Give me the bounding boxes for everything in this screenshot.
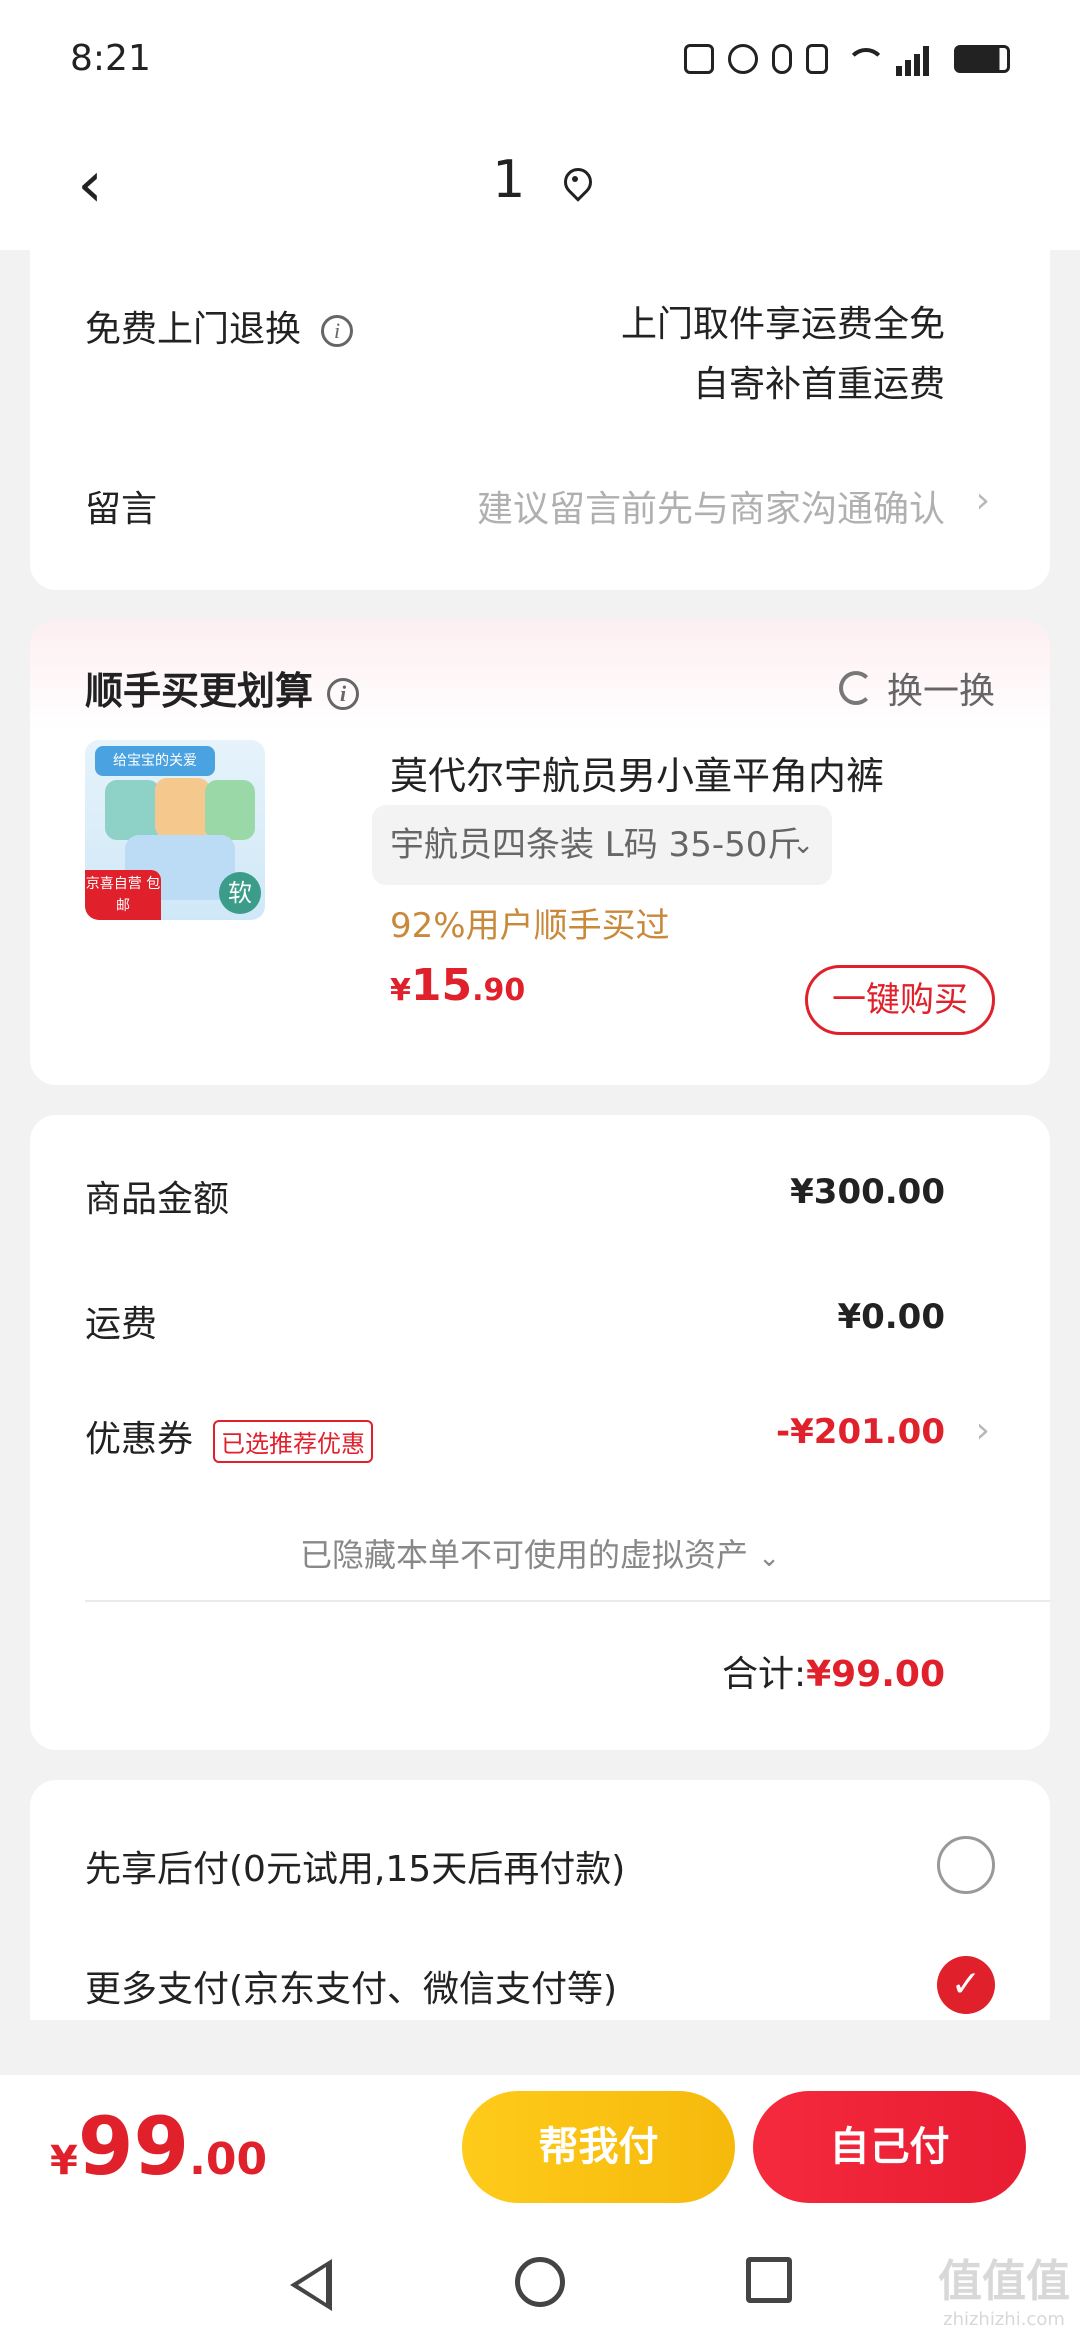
price-currency: ¥ bbox=[50, 2138, 78, 2184]
coupon-row[interactable]: 优惠券 已选推荐优惠 bbox=[85, 1410, 374, 1463]
swap-button[interactable]: 换一换 bbox=[838, 662, 995, 714]
thumb-decoration bbox=[155, 778, 210, 838]
one-click-buy-button[interactable]: 一键购买 bbox=[805, 965, 995, 1035]
info-icon[interactable]: i bbox=[327, 677, 360, 710]
order-summary-card: 商品金额 ¥300.00 运费 ¥0.00 优惠券 已选推荐优惠 -¥201.00… bbox=[30, 1115, 1050, 1750]
nav-home-icon[interactable] bbox=[515, 2257, 565, 2307]
hidden-assets-toggle[interactable]: 已隐藏本单不可使用的虚拟资产 ⌄ bbox=[30, 1530, 1050, 1576]
nav-title: 1 bbox=[492, 150, 526, 210]
chevron-right-icon: › bbox=[975, 1410, 990, 1451]
bottom-action-bar: ¥99.00 帮我付 自己付 bbox=[0, 2075, 1080, 2235]
price-integer: 15 bbox=[410, 960, 473, 1011]
alarm-icon bbox=[728, 44, 758, 74]
total-label: 合计: bbox=[721, 1654, 807, 1695]
nav-recents-icon[interactable] bbox=[746, 2257, 792, 2303]
payment-card: 先享后付(0元试用,15天后再付款) 更多支付(京东支付、微信支付等) ✓ bbox=[30, 1780, 1050, 2020]
pay-later-option[interactable]: 先享后付(0元试用,15天后再付款) bbox=[85, 1840, 625, 1892]
status-bar: 8:21 bbox=[0, 0, 1080, 120]
order-options-card: 免费上门退换 i 上门取件享运费全免 自寄补首重运费 留言 建议留言前先与商家沟通… bbox=[30, 250, 1050, 590]
chevron-down-icon: ⌄ bbox=[758, 1543, 780, 1573]
nav-title-area[interactable]: 1 bbox=[0, 150, 1080, 210]
pay-later-radio[interactable] bbox=[937, 1836, 995, 1894]
coupon-label: 优惠券 bbox=[85, 1419, 194, 1460]
help-me-pay-button[interactable]: 帮我付 bbox=[462, 2091, 735, 2203]
battery-icon bbox=[954, 45, 1010, 73]
thumb-banner: 给宝宝的关爱 bbox=[95, 746, 215, 776]
price-currency: ¥ bbox=[390, 973, 411, 1008]
price-integer: 99 bbox=[77, 2100, 190, 2193]
product-name[interactable]: 莫代尔宇航员男小童平角内裤 bbox=[390, 745, 884, 800]
chevron-down-icon: ⌄ bbox=[792, 830, 814, 860]
product-spec-select[interactable]: 宇航员四条装 L码 35-50斤 ⌄ bbox=[372, 805, 832, 885]
shipping-value: ¥0.00 bbox=[837, 1297, 945, 1337]
watermark: 值值值 zhizhizhi.com bbox=[938, 2245, 1070, 2330]
more-payment-option[interactable]: 更多支付(京东支付、微信支付等) bbox=[85, 1960, 617, 2012]
pay-myself-button[interactable]: 自己付 bbox=[753, 2091, 1026, 2203]
coupon-tag: 已选推荐优惠 bbox=[213, 1419, 374, 1463]
product-buyers: 92%用户顺手买过 bbox=[390, 906, 670, 946]
status-time: 8:21 bbox=[70, 38, 151, 79]
message-label: 留言 bbox=[85, 489, 158, 530]
price-decimal: .90 bbox=[472, 973, 526, 1008]
location-pin-icon bbox=[562, 168, 588, 198]
recommend-title-text: 顺手买更划算 bbox=[85, 669, 314, 713]
bluetooth-icon bbox=[772, 44, 792, 74]
shipping-label: 运费 bbox=[85, 1304, 158, 1345]
recommend-card: 顺手买更划算 i 换一换 给宝宝的关爱 京喜自营 包邮 软 莫代尔宇航员男小童平角… bbox=[30, 620, 1050, 1085]
chevron-right-icon: › bbox=[975, 480, 990, 521]
check-icon: ✓ bbox=[950, 1964, 982, 2005]
more-payment-radio[interactable]: ✓ bbox=[937, 1956, 995, 2014]
total-row: 合计:¥99.00 bbox=[722, 1645, 945, 1697]
returns-line2: 自寄补首重运费 bbox=[692, 364, 945, 405]
refresh-icon bbox=[838, 671, 873, 705]
product-thumbnail[interactable]: 给宝宝的关爱 京喜自营 包邮 软 bbox=[85, 740, 265, 920]
swap-label: 换一换 bbox=[886, 671, 995, 712]
goods-amount-value: ¥300.00 bbox=[790, 1172, 945, 1212]
system-nav-bar bbox=[0, 2235, 1080, 2340]
nav-bar: ‹ 1 bbox=[0, 120, 1080, 250]
hidden-assets-label: 已隐藏本单不可使用的虚拟资产 bbox=[300, 1536, 749, 1574]
thumb-decoration bbox=[205, 780, 255, 840]
bottom-total-price: ¥99.00 bbox=[50, 2100, 267, 2193]
product-spec-label: 宇航员四条装 L码 35-50斤 bbox=[390, 825, 802, 865]
watermark-sub: zhizhizhi.com bbox=[943, 2309, 1065, 2330]
price-decimal: .00 bbox=[189, 2134, 268, 2185]
divider bbox=[85, 1600, 1050, 1602]
returns-label: 免费上门退换 bbox=[85, 309, 302, 350]
info-icon[interactable]: i bbox=[321, 315, 354, 347]
goods-amount-label: 商品金额 bbox=[85, 1179, 230, 1220]
watermark-main: 值值值 bbox=[938, 2256, 1070, 2307]
recommend-title: 顺手买更划算 i bbox=[85, 660, 360, 715]
signal-icon bbox=[896, 42, 940, 76]
wifi-icon bbox=[842, 44, 886, 74]
thumb-badge: 京喜自营 包邮 bbox=[85, 870, 161, 920]
thumb-decoration bbox=[105, 780, 160, 840]
returns-line1: 上门取件享运费全免 bbox=[620, 304, 945, 345]
total-value: ¥99.00 bbox=[806, 1654, 945, 1695]
thumb-soft-badge: 软 bbox=[219, 872, 261, 914]
coupon-value[interactable]: -¥201.00 bbox=[776, 1412, 945, 1452]
product-price: ¥15.90 bbox=[390, 960, 525, 1011]
vibrate-icon bbox=[806, 44, 828, 74]
nfc-icon bbox=[684, 44, 714, 74]
nav-back-icon[interactable] bbox=[290, 2259, 332, 2311]
returns-detail: 上门取件享运费全免 自寄补首重运费 bbox=[621, 295, 945, 415]
returns-row[interactable]: 免费上门退换 i bbox=[85, 300, 354, 352]
message-input[interactable]: 建议留言前先与商家沟通确认 bbox=[477, 480, 945, 532]
status-icons bbox=[684, 42, 1010, 76]
